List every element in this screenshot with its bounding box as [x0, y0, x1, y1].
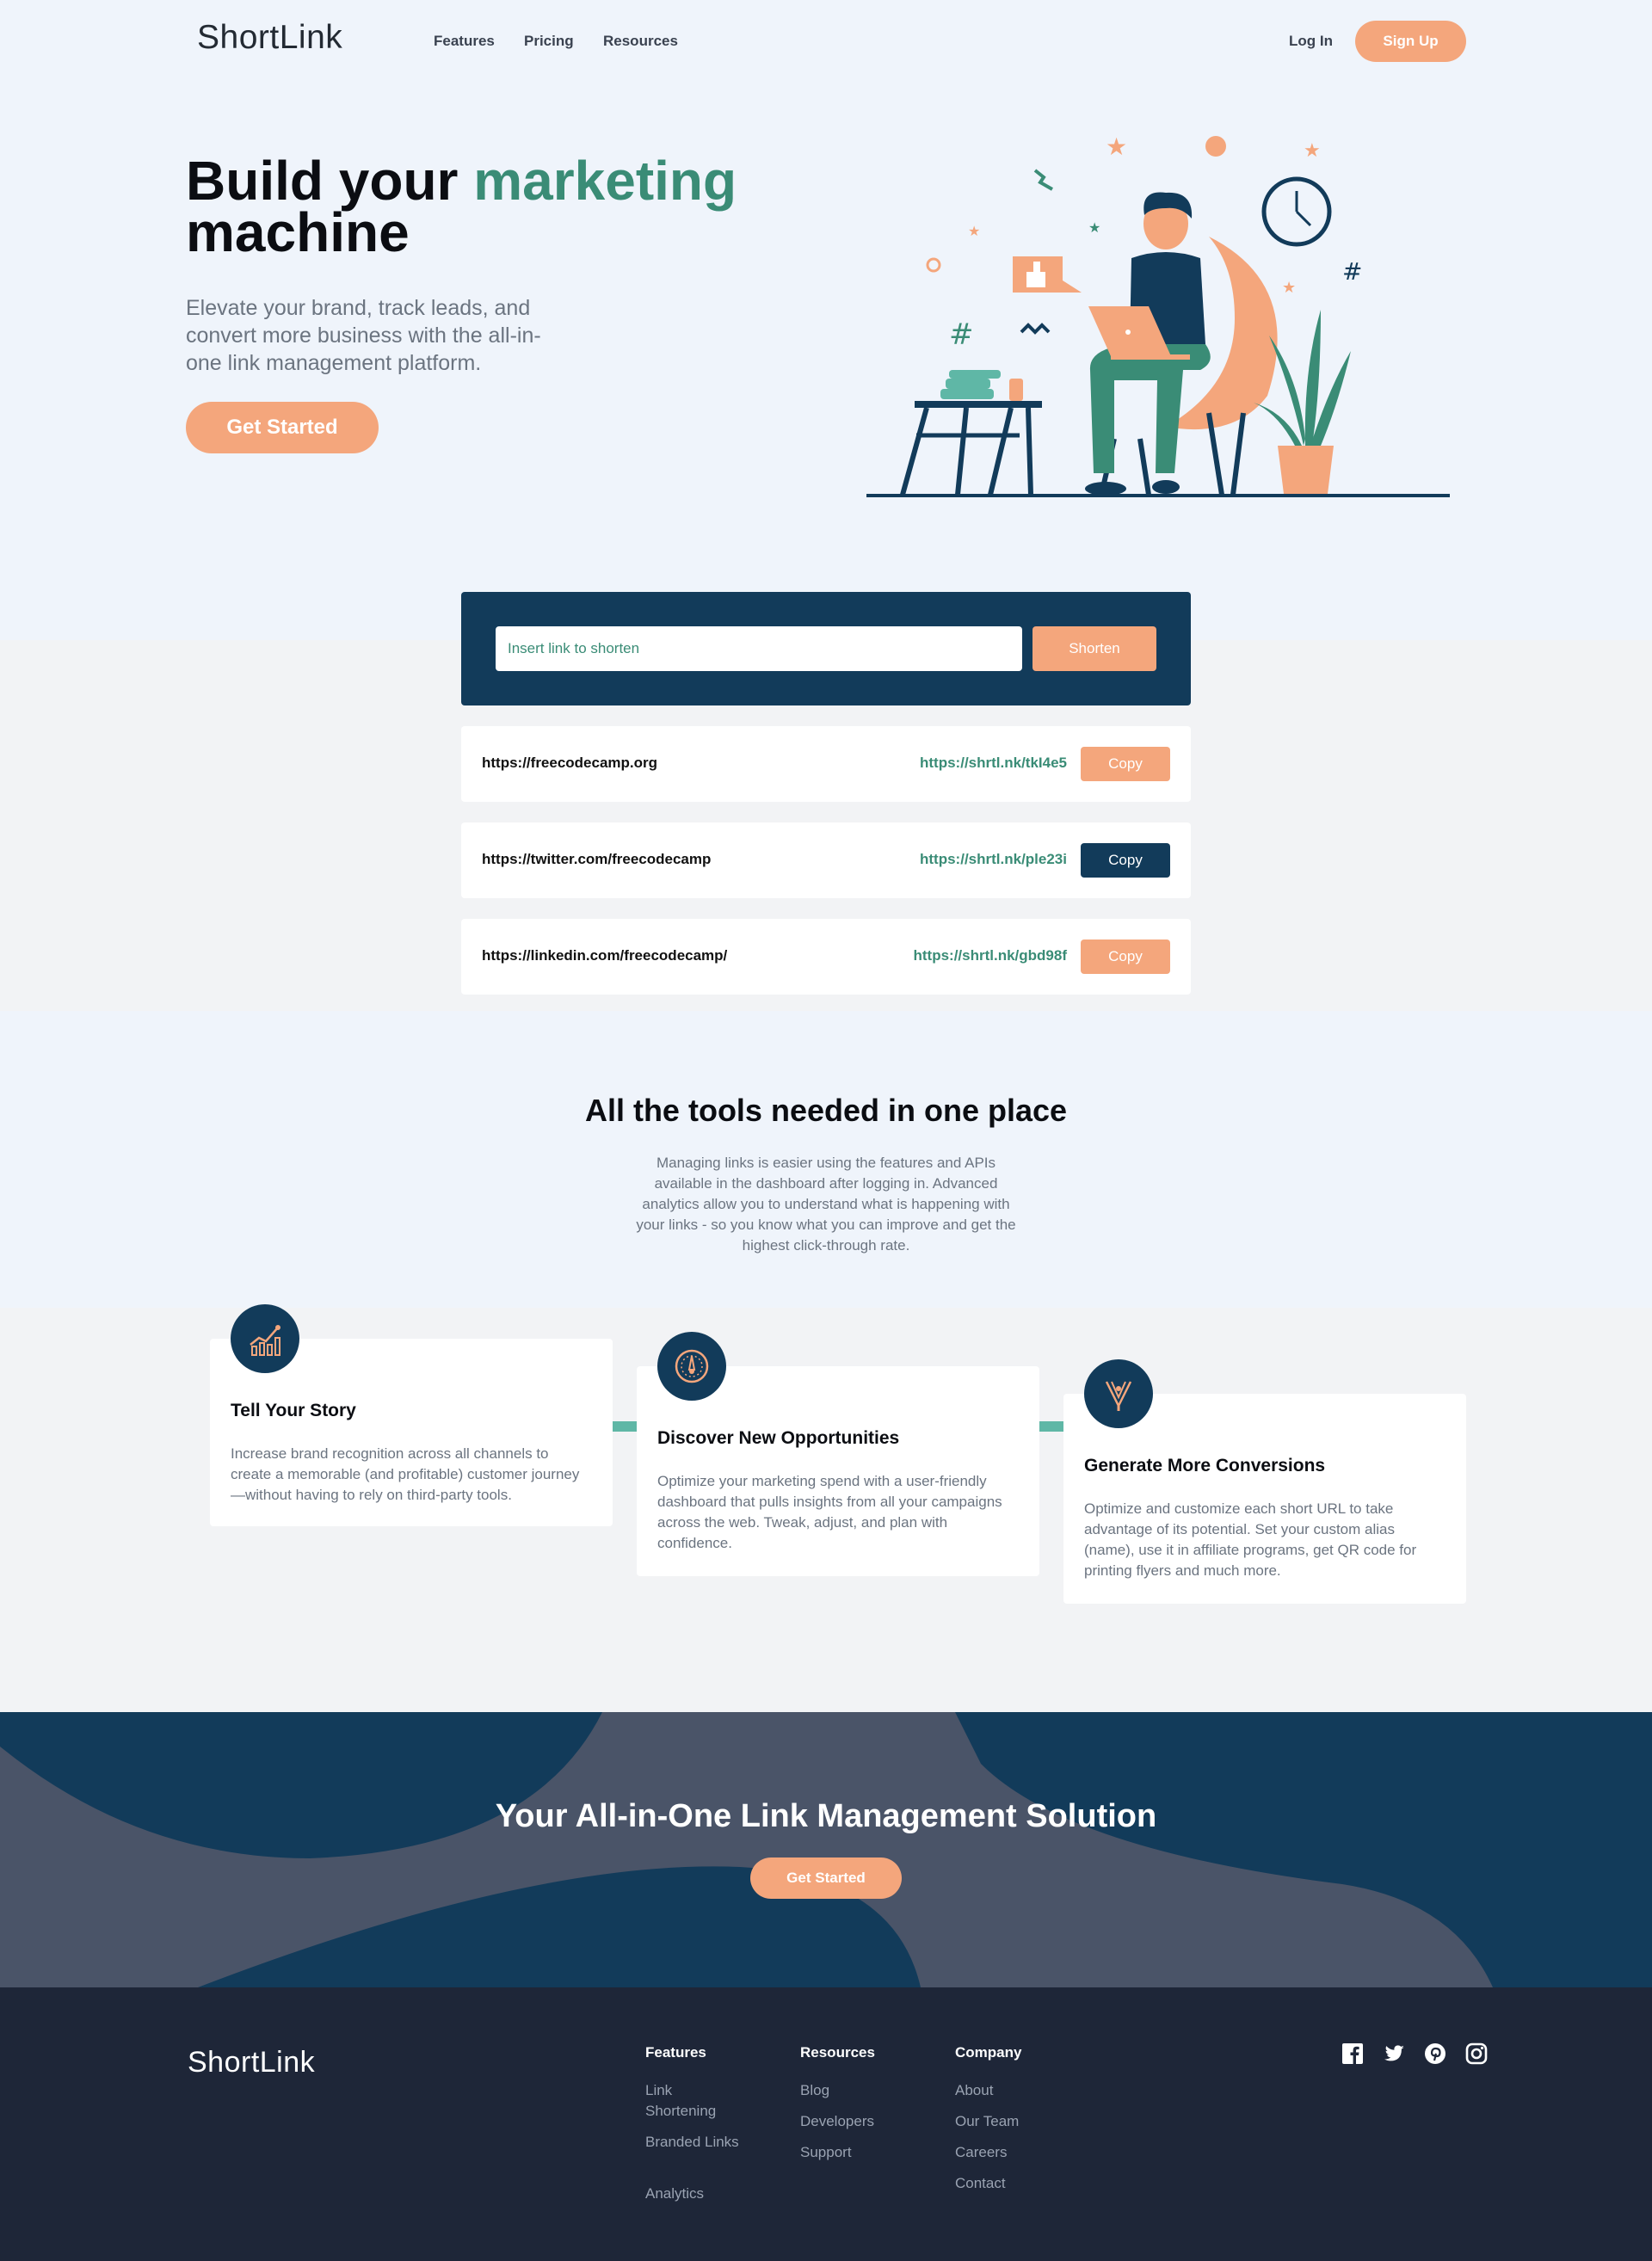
short-link[interactable]: https://shrtl.nk/tkI4e5: [920, 755, 1067, 772]
login-link[interactable]: Log In: [1289, 33, 1333, 50]
twitter-icon[interactable]: [1382, 2042, 1406, 2066]
copy-button[interactable]: Copy: [1081, 747, 1170, 781]
original-link: https://linkedin.com/freecodecamp/: [482, 947, 728, 964]
cta-get-started-button[interactable]: Get Started: [750, 1857, 902, 1899]
plant-pot: [1278, 446, 1334, 494]
signup-button[interactable]: Sign Up: [1355, 21, 1466, 62]
cta-band: [0, 1712, 1652, 1987]
card-title: Tell Your Story: [231, 1401, 356, 1420]
cta-background-shapes: [0, 1712, 1652, 1987]
hero-get-started-button[interactable]: Get Started: [186, 402, 379, 453]
svg-text:★: ★: [1088, 219, 1100, 236]
svg-text:★: ★: [1106, 132, 1127, 161]
original-link: https://freecodecamp.org: [482, 755, 658, 771]
card-text: Optimize your marketing spend with a use…: [657, 1473, 1002, 1551]
hero-title-accent: marketing: [473, 150, 737, 212]
gauge-icon: [657, 1332, 726, 1401]
link-result-row: https://freecodecamp.org https://shrtl.n…: [461, 726, 1191, 802]
shorten-button[interactable]: Shorten: [1032, 626, 1156, 671]
pinterest-icon[interactable]: [1423, 2042, 1447, 2066]
original-link: https://twitter.com/freecodecamp: [482, 851, 712, 867]
facebook-icon[interactable]: [1341, 2042, 1365, 2066]
like-bubble: [1013, 256, 1082, 293]
footer-column-title: Resources: [800, 2044, 875, 2061]
short-link[interactable]: https://shrtl.nk/gbd98f: [914, 947, 1068, 964]
footer-link[interactable]: Analytics: [645, 2184, 740, 2204]
link-shortener-panel: Shorten: [461, 592, 1191, 705]
link-result-row: https://twitter.com/freecodecamp https:/…: [461, 822, 1191, 898]
footer-link[interactable]: Our Team: [955, 2111, 1019, 2132]
tools-title: All the tools needed in one place: [584, 1093, 1068, 1128]
nav-resources[interactable]: Resources: [603, 33, 678, 50]
footer-column-title: Features: [645, 2044, 706, 2061]
card-connector: [1039, 1421, 1065, 1432]
footer-link[interactable]: Blog: [800, 2080, 829, 2101]
footer-link[interactable]: Developers: [800, 2111, 874, 2132]
instagram-icon[interactable]: [1464, 2042, 1489, 2066]
nav-pricing[interactable]: Pricing: [524, 33, 574, 50]
footer-link[interactable]: Contact: [955, 2173, 1006, 2194]
chart-icon: [231, 1304, 299, 1373]
cta-title: Your All-in-One Link Management Solution: [495, 1798, 1157, 1834]
desk-top: [915, 401, 1042, 408]
hero-title: Build your marketing machine: [186, 153, 805, 260]
card-title: Discover New Opportunities: [657, 1428, 900, 1448]
short-link[interactable]: https://shrtl.nk/ple23i: [920, 851, 1067, 868]
footer-column-title: Company: [955, 2044, 1022, 2061]
card-title: Generate More Conversions: [1084, 1456, 1326, 1476]
footer-link[interactable]: Branded Links: [645, 2132, 740, 2153]
card-text: Increase brand recognition across all ch…: [231, 1445, 580, 1503]
tools-subtitle: Managing links is easier using the featu…: [636, 1155, 1016, 1254]
footer-link[interactable]: Careers: [955, 2142, 1007, 2163]
svg-text:★: ★: [1282, 279, 1296, 297]
copy-button[interactable]: Copy: [1081, 940, 1170, 974]
card-connector: [613, 1421, 638, 1432]
footer-link[interactable]: Link Shortening: [645, 2080, 740, 2122]
books: [940, 389, 994, 399]
svg-text:#: #: [1342, 257, 1362, 286]
footer-logo[interactable]: ShortLink: [188, 2046, 315, 2079]
hero-subtitle: Elevate your brand, track leads, and con…: [186, 296, 541, 375]
svg-text:★: ★: [968, 223, 980, 239]
site-logo[interactable]: ShortLink: [197, 19, 342, 57]
svg-text:#: #: [949, 317, 974, 352]
nav-features[interactable]: Features: [434, 33, 495, 50]
footer-link[interactable]: About: [955, 2080, 993, 2101]
link-result-row: https://linkedin.com/freecodecamp/ https…: [461, 919, 1191, 995]
footer-link[interactable]: Support: [800, 2142, 852, 2163]
cup: [1009, 379, 1023, 401]
hero-title-part2: machine: [186, 201, 410, 263]
tools-icon: [1084, 1359, 1153, 1428]
svg-text:★: ★: [1304, 140, 1321, 162]
link-input[interactable]: [496, 626, 1022, 671]
copy-button[interactable]: Copy: [1081, 843, 1170, 878]
hero-illustration: # # ★ ★ ★ ★ ★: [866, 132, 1450, 497]
card-text: Optimize and customize each short URL to…: [1084, 1500, 1417, 1579]
